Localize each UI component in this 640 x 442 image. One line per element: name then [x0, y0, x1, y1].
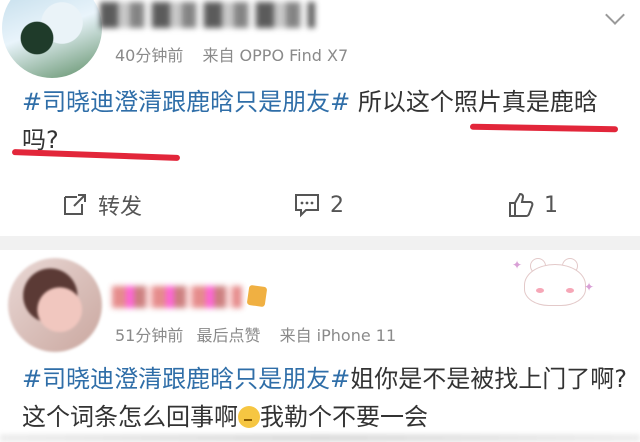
- topic-hashtag-link[interactable]: #司晓迪澄清跟鹿晗只是朋友#: [22, 88, 350, 116]
- post-source: 来自 OPPO Find X7: [202, 46, 349, 65]
- post-content: #司晓迪澄清跟鹿晗只是朋友#姐你是不是被找上门了啊? 这个词条怎么回事啊 我勒个不…: [22, 360, 637, 436]
- user-avatar[interactable]: [8, 258, 102, 352]
- post-meta: 40分钟前 来自 OPPO Find X7: [115, 42, 348, 66]
- like-button[interactable]: 1: [508, 188, 558, 222]
- mascot-sticker: ✦ ✦: [510, 252, 594, 310]
- username-blurred[interactable]: [112, 286, 242, 308]
- chevron-down-icon[interactable]: [606, 8, 622, 24]
- repost-label: 转发: [98, 195, 143, 220]
- comment-button[interactable]: 2: [294, 188, 344, 222]
- like-icon: [509, 192, 534, 217]
- cutoff-text-blur: [0, 434, 640, 442]
- topic-hashtag-link[interactable]: #司晓迪澄清跟鹿晗只是朋友#: [22, 365, 350, 393]
- user-avatar[interactable]: [2, 0, 102, 78]
- member-badge-icon: [246, 284, 268, 308]
- post-source: 来自 iPhone 11: [279, 326, 397, 345]
- thinking-emoji: [238, 406, 260, 428]
- repost-icon: [64, 194, 86, 215]
- like-count: 1: [544, 192, 558, 218]
- post-time: 40分钟前: [115, 46, 184, 65]
- username-blurred[interactable]: [100, 2, 315, 28]
- comment-count: 2: [330, 192, 344, 218]
- post-time: 51分钟前: [115, 326, 184, 345]
- weibo-post-1: 40分钟前 来自 OPPO Find X7 #司晓迪澄清跟鹿晗只是朋友# 所以这…: [0, 0, 640, 236]
- post-meta: 51分钟前 最后点赞 来自 iPhone 11: [115, 322, 396, 346]
- post-text-continued: 我勒个不要一会: [260, 403, 428, 431]
- post-actions: 转发 2 1: [0, 188, 640, 222]
- comment-icon: [295, 194, 319, 218]
- post-divider: [0, 236, 640, 250]
- last-liked-label: 最后点赞: [196, 326, 261, 345]
- repost-button[interactable]: 转发: [62, 188, 142, 222]
- post-content: #司晓迪澄清跟鹿晗只是朋友# 所以这个照片真是鹿晗吗?: [22, 83, 622, 159]
